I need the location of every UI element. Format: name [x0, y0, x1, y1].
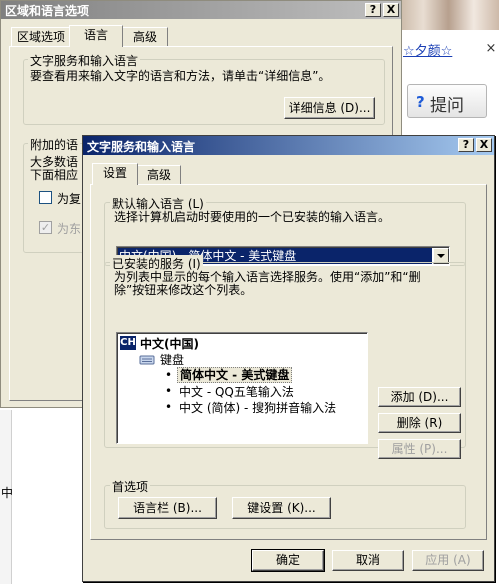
complex-script-label: 为复 [57, 192, 82, 206]
tab-languages[interactable]: 语言 [69, 25, 123, 47]
tree-language-node[interactable]: 中文(中国) [140, 335, 199, 352]
preferences-label: 首选项 [110, 478, 151, 495]
apply-button[interactable]: 应用 (A) [412, 550, 484, 571]
tab-advanced-regional[interactable]: 高级 [122, 27, 168, 47]
tab-settings[interactable]: 设置 [92, 163, 138, 185]
east-asian-label: 为东 [57, 222, 82, 236]
tree-service-item-selected[interactable]: 简体中文 - 美式键盘 [177, 367, 293, 383]
regional-close-button[interactable]: X [383, 3, 399, 17]
background-link[interactable]: ☆夕颜☆ [403, 40, 452, 59]
background-close-icon[interactable]: × [484, 42, 498, 56]
ask-label: 提问 [430, 96, 464, 116]
language-bar-button[interactable]: 语言栏 (B)... [118, 497, 217, 519]
ok-button[interactable]: 确定 [251, 549, 325, 572]
tree-service-item[interactable]: 中文 - QQ五笔输入法 [179, 383, 294, 400]
text-services-help-button[interactable]: ? [458, 138, 474, 152]
tab-regional-options[interactable]: 区域选项 [11, 27, 71, 47]
question-icon: ? [416, 93, 425, 111]
ask-button[interactable]: ? 提问 [407, 84, 487, 118]
tree-bullet-icon: • [165, 368, 173, 382]
add-button[interactable]: 添加 (D)... [378, 387, 461, 407]
regional-title: 区域和语言选项 [5, 4, 90, 18]
text-services-titlebar: 文字服务和输入语言 ? X [83, 136, 494, 155]
key-settings-button[interactable]: 键设置 (K)... [232, 497, 331, 519]
tab-advanced[interactable]: 高级 [137, 165, 181, 185]
properties-button[interactable]: 属性 (P)... [378, 439, 461, 459]
details-button[interactable]: 详细信息 (D)... [284, 97, 375, 119]
background-image-strip [398, 0, 499, 30]
remove-button[interactable]: 删除 (R) [378, 413, 461, 433]
regional-titlebar: 区域和语言选项 ? X [1, 1, 401, 19]
installed-services-tree[interactable]: CH 中文(中国) 键盘 • 简体中文 - 美式键盘 • 中文 - QQ五笔输入… [116, 332, 368, 444]
regional-help-button[interactable]: ? [365, 3, 381, 17]
additional-desc-line2: 下面相应 [30, 168, 79, 182]
tree-service-item[interactable]: 中文 (简体) - 搜狗拼音输入法 [179, 399, 336, 416]
language-badge-icon: CH [120, 336, 136, 350]
text-services-dialog: 文字服务和输入语言 ? X 设置 高级 默认输入语言 (L) 选择计算机启动时要… [82, 135, 495, 582]
keyboard-icon [139, 353, 155, 365]
cancel-button[interactable]: 取消 [332, 550, 404, 571]
tree-bullet-icon: • [165, 400, 173, 414]
text-services-close-button[interactable]: X [476, 138, 492, 152]
tree-keyboard-node[interactable]: 键盘 [160, 351, 184, 368]
additional-group-label: 附加的语 [28, 136, 81, 153]
tree-bullet-icon: • [165, 384, 173, 398]
east-asian-checkbox: ✓ [39, 221, 52, 234]
text-services-title: 文字服务和输入语言 [87, 140, 196, 154]
complex-script-checkbox[interactable] [39, 191, 52, 204]
background-bottom-text: 中 [1, 486, 14, 500]
text-services-description: 要查看用来输入文字的语言和方法，请单击“详细信息”。 [30, 69, 331, 83]
default-language-description: 选择计算机启动时要使用的一个已安装的输入语言。 [114, 210, 391, 224]
installed-desc-line2: 除”按钮来修改这个列表。 [114, 283, 253, 297]
